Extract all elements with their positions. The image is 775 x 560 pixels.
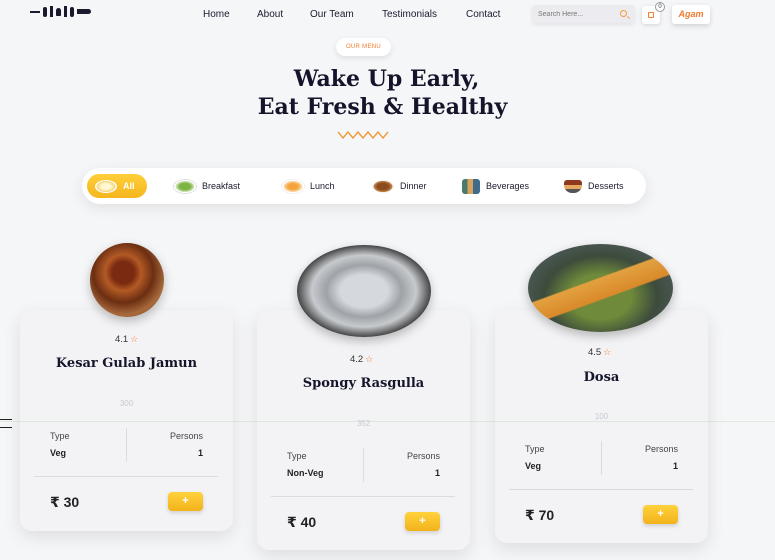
rating: 4.1 ☆ (115, 334, 138, 345)
rating: 4.5 ☆ (588, 347, 611, 358)
rice-dish-icon (95, 179, 117, 193)
scroll-artifact (0, 427, 12, 428)
page-title-line-1: Wake Up Early, (293, 66, 480, 92)
persons-label: Persons (406, 451, 440, 461)
cart-count-badge: 0 (655, 2, 665, 12)
persons-value: 1 (434, 468, 440, 478)
category-label: Lunch (310, 181, 335, 191)
calories: 300 (119, 399, 134, 408)
category-label: Desserts (588, 181, 624, 191)
menu-card-dosa: 4.5 ☆ Dosa 100 Type Veg Persons 1 ₹ 70 + (495, 310, 708, 543)
zigzag-divider-icon (337, 130, 389, 140)
persons-label: Persons (644, 444, 678, 454)
search-box (532, 5, 635, 23)
category-label: Dinner (400, 181, 427, 191)
type-label: Type (287, 451, 307, 461)
section-eyebrow: OUR MENU (336, 38, 391, 56)
divider (601, 441, 602, 475)
shopping-bag-icon (648, 12, 654, 18)
persons-value: 1 (197, 448, 203, 458)
add-to-cart-button[interactable]: + (405, 512, 440, 531)
price: ₹ 30 (50, 494, 80, 510)
add-to-cart-button[interactable]: + (643, 505, 678, 524)
star-icon: ☆ (365, 354, 374, 364)
add-to-cart-button[interactable]: + (168, 492, 203, 511)
search-icon[interactable] (620, 10, 627, 17)
category-tab-breakfast[interactable]: Breakfast (174, 174, 240, 198)
salad-dish-icon (174, 179, 196, 193)
category-tab-desserts[interactable]: Desserts (564, 174, 624, 198)
calories: 100 (594, 412, 609, 421)
scroll-artifact (0, 419, 12, 420)
nav-link-about[interactable]: About (257, 9, 283, 20)
gulab-jamun-image (90, 243, 164, 317)
type-value: Non-Veg (287, 468, 324, 478)
rating: 4.2 ☆ (350, 354, 373, 365)
cake-dessert-icon (564, 179, 582, 193)
price: ₹ 70 (525, 507, 555, 523)
rasgulla-image (297, 245, 431, 337)
divider (34, 476, 218, 477)
nav-link-our-team[interactable]: Our Team (310, 9, 354, 20)
category-tab-all[interactable]: All (87, 174, 147, 198)
divider (509, 489, 693, 490)
type-label: Type (50, 431, 70, 441)
user-profile-button[interactable]: Agam (672, 5, 710, 24)
star-icon: ☆ (603, 347, 612, 357)
cart-button[interactable]: 0 (642, 2, 665, 24)
type-label: Type (525, 444, 545, 454)
render-artifact-line (0, 421, 775, 422)
divider (126, 428, 127, 462)
food-name: Kesar Gulab Jamun (55, 356, 198, 371)
nav-link-testimonials[interactable]: Testimonials (382, 9, 437, 20)
rating-value: 4.1 (115, 334, 129, 345)
persons-label: Persons (169, 431, 203, 441)
category-label: All (123, 181, 135, 191)
category-label: Breakfast (202, 181, 241, 191)
divider (271, 496, 455, 497)
category-label: Beverages (486, 181, 530, 191)
divider (363, 448, 364, 482)
rating-value: 4.5 (588, 347, 602, 358)
type-value: Veg (50, 448, 67, 458)
nav-link-contact[interactable]: Contact (466, 9, 500, 20)
category-tab-beverages[interactable]: Beverages (462, 174, 529, 198)
beverage-glasses-icon (462, 178, 480, 194)
nav-link-home[interactable]: Home (203, 9, 230, 20)
food-name: Spongy Rasgulla (302, 376, 425, 391)
food-name: Dosa (583, 370, 620, 385)
persons-value: 1 (672, 461, 678, 471)
dosa-image (528, 244, 673, 332)
category-tab-lunch[interactable]: Lunch (282, 174, 335, 198)
menu-card-rasgulla: 4.2 ☆ Spongy Rasgulla 352 Type Non-Veg Pe… (257, 310, 470, 550)
page-title-line-2: Eat Fresh & Healthy (257, 94, 508, 120)
category-filter-bar: All Breakfast Lunch Dinner Beverages Des… (82, 168, 646, 204)
dinner-dish-icon (372, 179, 394, 193)
search-input[interactable] (538, 8, 616, 20)
top-navigation: Home About Our Team Testimonials Contact… (0, 0, 775, 30)
rating-value: 4.2 (350, 354, 364, 365)
category-tab-dinner[interactable]: Dinner (372, 174, 427, 198)
price: ₹ 40 (287, 514, 317, 530)
lunch-dish-icon (282, 179, 304, 193)
type-value: Veg (525, 461, 542, 471)
star-icon: ☆ (130, 334, 139, 344)
